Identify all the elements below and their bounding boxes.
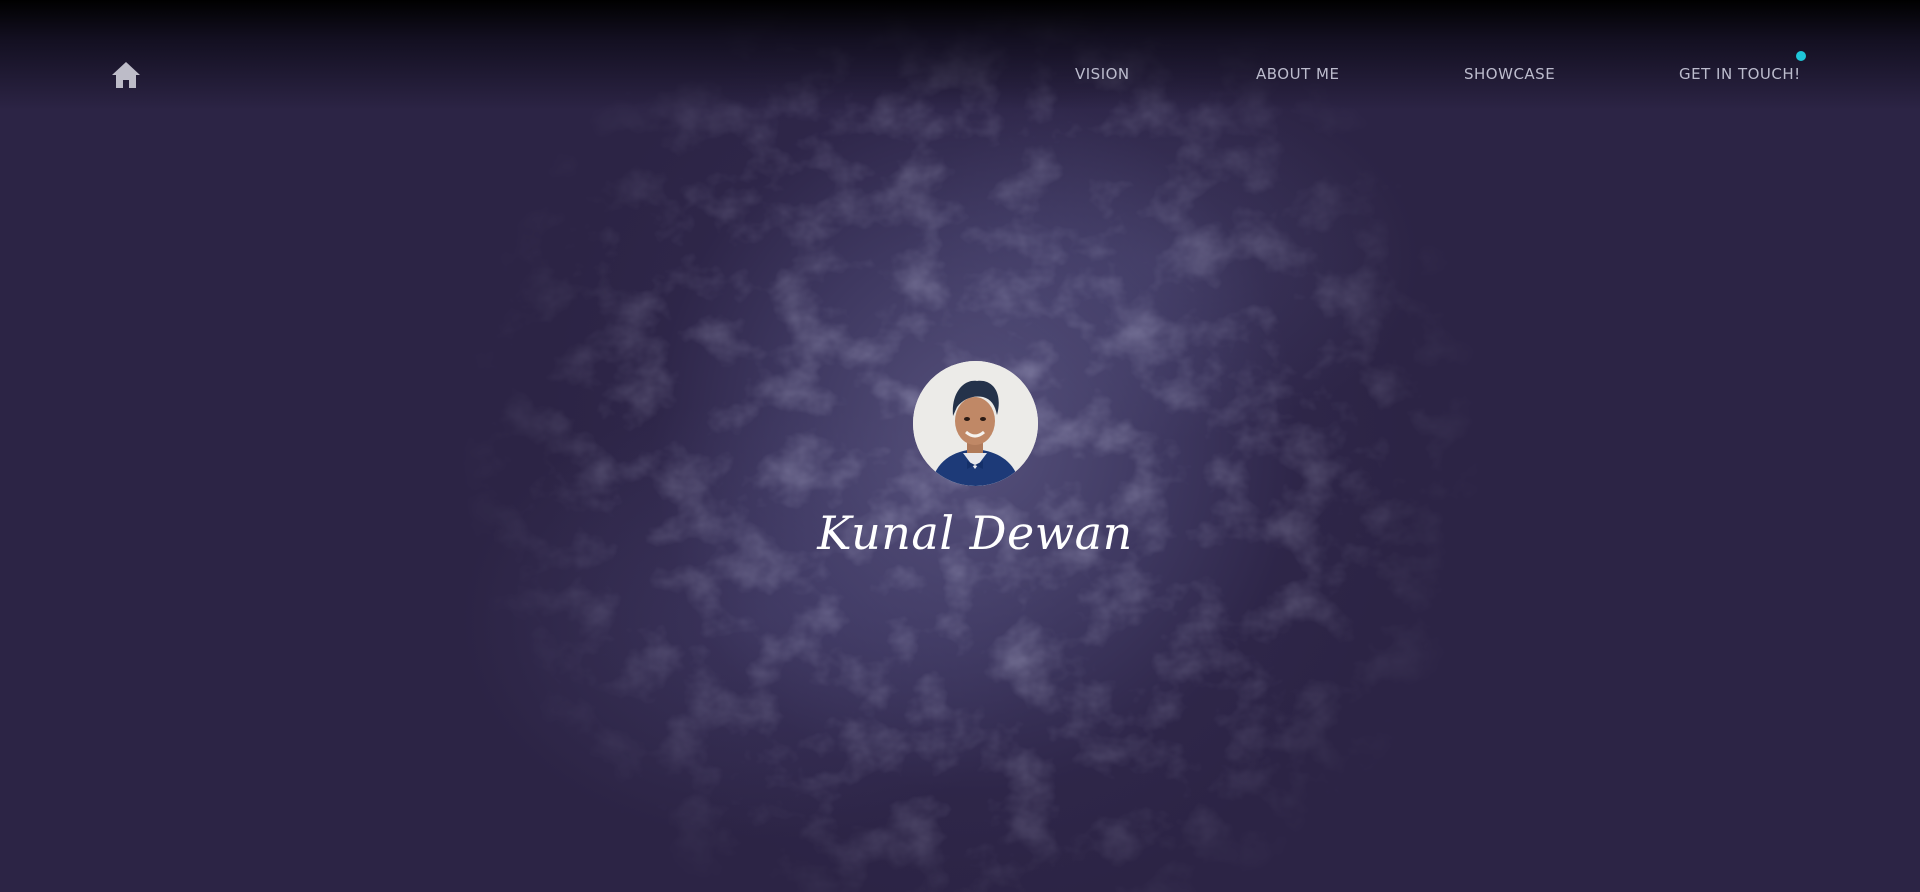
hero-name: Kunal Dewan — [817, 506, 1133, 560]
landing-page: VISION ABOUT ME SHOWCASE GET IN TOUCH! K… — [0, 0, 1920, 892]
nav-showcase-link[interactable]: SHOWCASE — [1464, 65, 1555, 83]
profile-avatar — [913, 361, 1038, 486]
nav-vision-link[interactable]: VISION — [1075, 65, 1130, 83]
nav-about-me-link[interactable]: ABOUT ME — [1256, 65, 1339, 83]
notification-dot — [1796, 51, 1806, 61]
nav-get-in-touch-link[interactable]: GET IN TOUCH! — [1679, 65, 1801, 83]
top-navigation: VISION ABOUT ME SHOWCASE GET IN TOUCH! — [0, 0, 1920, 150]
profile-photo — [913, 361, 1038, 486]
home-icon[interactable] — [110, 60, 142, 90]
